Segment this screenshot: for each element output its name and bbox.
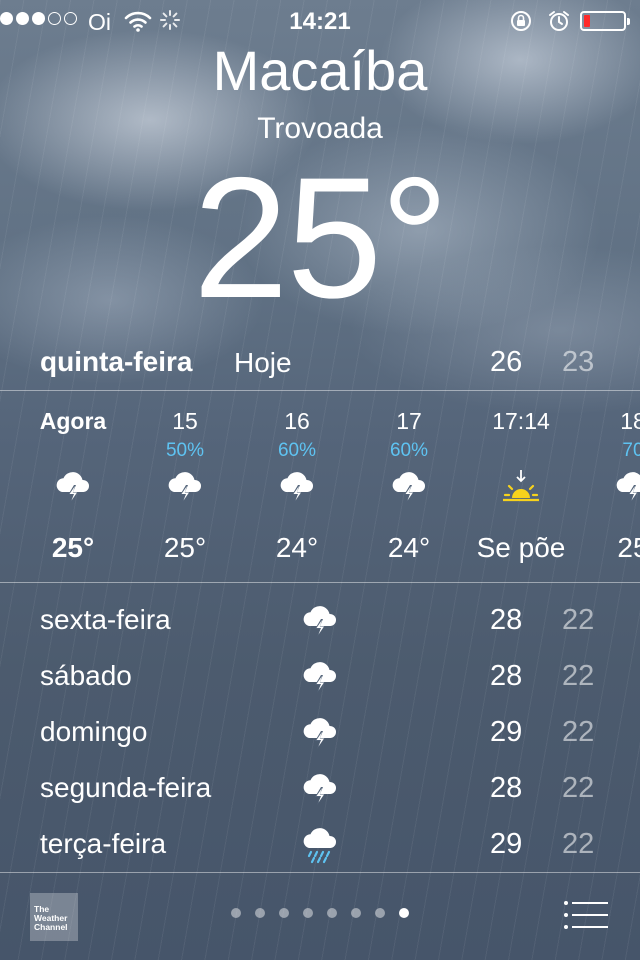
status-bar: Oi 14:21 (0, 0, 640, 40)
thunderstorm-icon (303, 718, 337, 749)
hour-time: 17:14 (492, 408, 550, 434)
orientation-lock-icon (511, 11, 531, 31)
page-dot[interactable] (231, 908, 241, 918)
daily-forecast-row: domingo 29 22 (0, 704, 640, 760)
hour-time: 15 (172, 408, 198, 434)
hour-temperature: 25 (617, 532, 640, 563)
day-low-temp: 22 (562, 716, 595, 748)
day-high-temp: 28 (490, 660, 523, 692)
page-dot[interactable] (279, 908, 289, 918)
day-low-temp: 22 (562, 828, 595, 860)
thunderstorm-icon (168, 472, 202, 503)
divider (0, 582, 640, 583)
hour-time: 17 (396, 408, 422, 434)
rain-icon (303, 828, 337, 864)
today-low-temp: 23 (562, 346, 595, 378)
precip-chance: 70 (622, 440, 640, 461)
today-day-name: quinta-feira (40, 346, 193, 377)
page-dot-active[interactable] (399, 908, 409, 918)
divider (0, 872, 640, 873)
day-name: sábado (40, 660, 132, 691)
today-high-temp: 26 (490, 346, 523, 378)
precip-chance: 60% (389, 440, 429, 461)
day-name: domingo (40, 716, 148, 747)
divider (0, 390, 640, 391)
thunderstorm-icon (616, 472, 640, 503)
logo-text: Channel (34, 922, 68, 932)
hour-time: 18 (620, 408, 640, 434)
today-label: Hoje (234, 347, 292, 378)
precip-chance: 50% (165, 440, 205, 461)
hour-time: Agora (39, 408, 107, 434)
daily-forecast-row: terça-feira 29 22 (0, 816, 640, 872)
day-name: terça-feira (40, 828, 167, 859)
page-dot[interactable] (351, 908, 361, 918)
thunderstorm-icon (303, 662, 337, 693)
thunderstorm-icon (303, 606, 337, 637)
day-low-temp: 22 (562, 604, 595, 636)
hour-temperature: 25° (51, 532, 95, 563)
page-dot[interactable] (255, 908, 265, 918)
status-time: 14:21 (289, 8, 351, 35)
hourly-forecast[interactable]: Agora 25° 15 50% 25° 16 60% 24° 17 60% 2… (0, 392, 640, 582)
hour-temperature: 25° (163, 532, 207, 563)
battery-icon (580, 11, 630, 31)
thunderstorm-icon (280, 472, 314, 503)
day-name: sexta-feira (40, 604, 171, 635)
day-high-temp: 29 (490, 828, 523, 860)
thunderstorm-icon (392, 472, 426, 503)
page-dot[interactable] (375, 908, 385, 918)
daily-forecast-row: sábado 28 22 (0, 648, 640, 704)
current-temperature: 25° (192, 142, 449, 334)
page-dot[interactable] (303, 908, 313, 918)
hour-temperature: 24° (387, 532, 431, 563)
day-low-temp: 22 (562, 772, 595, 804)
day-high-temp: 29 (490, 716, 523, 748)
hour-temperature: Se põe (476, 532, 566, 563)
day-high-temp: 28 (490, 604, 523, 636)
day-high-temp: 28 (490, 772, 523, 804)
day-name: segunda-feira (40, 772, 212, 803)
sunset-icon (503, 470, 539, 502)
daily-forecast-row: sexta-feira 28 22 (0, 592, 640, 648)
thunderstorm-icon (303, 774, 337, 805)
city-name: Macaíba (212, 39, 428, 102)
day-low-temp: 22 (562, 660, 595, 692)
alarm-icon (549, 11, 569, 31)
page-indicator[interactable] (0, 908, 640, 918)
city-list-icon[interactable] (562, 898, 610, 932)
hour-time: 16 (284, 408, 310, 434)
page-dot[interactable] (327, 908, 337, 918)
precip-chance: 60% (277, 440, 317, 461)
weather-condition: Trovoada (257, 112, 383, 145)
hour-temperature: 24° (275, 532, 319, 563)
daily-forecast-row: segunda-feira 28 22 (0, 760, 640, 816)
thunderstorm-icon (56, 472, 90, 503)
